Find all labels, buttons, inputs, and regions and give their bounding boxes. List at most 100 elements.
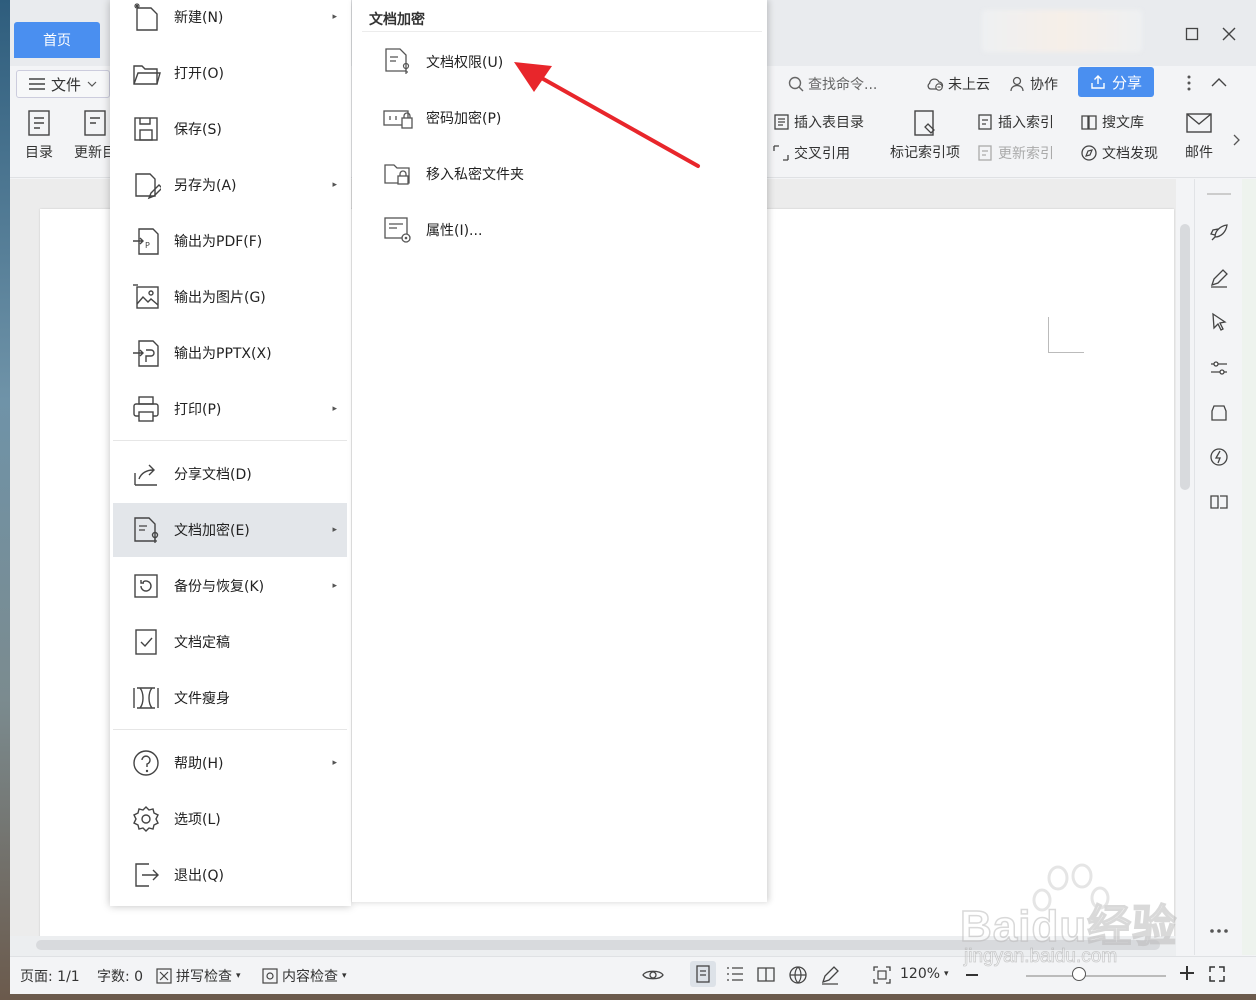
cloud-status-button[interactable]: 未上云 [926,72,990,96]
menu-item-properties[interactable]: 属性(I)... [382,210,482,250]
close-icon [1222,27,1236,41]
file-menu-item-slim[interactable]: 文件瘦身 [113,671,347,725]
file-menu-item-save-as[interactable]: 另存为(A) ▸ [113,158,347,212]
zoom-slider[interactable] [1026,975,1166,977]
file-menu-item-label: 保存(S) [174,122,222,138]
baidu-watermark: Baidu经验 jingyan.baidu.com [959,862,1190,972]
spell-check-icon [156,968,172,984]
new-icon [131,2,161,32]
zoom-out-button[interactable] [966,974,978,976]
maximize-icon [1185,27,1199,41]
page-view-icon [696,965,710,983]
collab-label: 协作 [1030,77,1058,93]
chevron-down-icon: ▾ [236,971,241,981]
toc-button[interactable]: 目录 [24,108,54,162]
menu-divider [113,440,347,441]
mark-index-icon [914,110,935,136]
globe-icon [789,966,807,984]
pen-button[interactable] [1207,266,1231,290]
file-menu-item-new[interactable]: 新建(N) ▸ [113,0,347,44]
watermark-url: jingyan.baidu.com [964,946,1118,968]
update-index-label: 更新索引 [998,146,1054,162]
user-icon [1010,76,1024,92]
file-menu-item-backup[interactable]: 备份与恢复(K) ▸ [113,559,347,613]
select-button[interactable] [1207,310,1231,334]
insert-index-label: 插入索引 [998,115,1054,131]
command-search[interactable]: 查找命令... [788,72,877,96]
file-menu-item-save[interactable]: 保存(S) [113,102,347,156]
insert-index-button[interactable]: 插入索引 [976,112,1054,132]
maximize-button[interactable] [1178,20,1206,48]
collapse-ribbon-button[interactable] [1210,76,1228,88]
folder-open-icon [131,58,161,88]
share-button[interactable]: 分享 [1078,67,1154,97]
right-side-rail [1194,179,1242,955]
mark-index-button[interactable]: 标记索引项 [890,108,960,162]
file-menu-item-share-doc[interactable]: 分享文档(D) [113,447,347,501]
submenu-title: 文档加密 [369,12,425,28]
submenu-arrow-icon: ▸ [332,12,337,22]
rocket-button[interactable] [1207,221,1231,245]
file-menu-item-doc-encrypt[interactable]: 文档加密(E) ▸ [113,503,347,557]
store-button[interactable] [1207,401,1231,425]
close-button[interactable] [1215,20,1243,48]
mail-button[interactable]: 邮件 [1184,108,1214,162]
book-icon [757,967,775,982]
file-menu-item-folder-open[interactable]: 打开(O) [113,46,347,100]
more-menu-button[interactable] [1186,74,1192,92]
insert-table-toc-button[interactable]: 插入表目录 [772,112,864,132]
power-button[interactable] [1207,445,1231,469]
file-menu-item-export-pdf[interactable]: P 输出为PDF(F) [113,214,347,268]
web-view-button[interactable] [788,965,808,985]
export-pptx-icon [131,338,161,368]
file-menu-item-help[interactable]: 帮助(H) ▸ [113,736,347,790]
menu-item-label: 属性(I)... [426,223,483,239]
tab-home[interactable]: 首页 [14,22,100,58]
pen-icon [1210,269,1228,288]
write-mode-button[interactable] [820,965,840,985]
mark-index-label: 标记索引项 [890,145,960,161]
submenu-divider [362,31,762,32]
file-menu-item-exit[interactable]: 退出(Q) [113,848,347,902]
fit-page-button[interactable] [872,965,892,985]
file-menu-item-label: 新建(N) [174,10,224,26]
adjust-button[interactable] [1207,356,1231,380]
eye-icon [642,970,664,980]
collab-button[interactable]: 协作 [1010,72,1058,96]
zoom-value: 120% [900,966,941,982]
more-vertical-icon [1187,75,1191,91]
ribbon-scroll-right[interactable] [1232,134,1240,146]
file-menu-button[interactable]: 文件 [16,70,110,98]
file-menu-item-label: 输出为图片(G) [174,290,266,306]
spell-check-button[interactable]: 拼写检查 ▾ [156,966,241,986]
submenu-arrow-icon: ▸ [332,404,337,414]
update-index-button[interactable]: 更新索引 [976,143,1054,163]
read-view-button[interactable] [756,965,776,983]
menu-item-doc-permission[interactable]: 文档权限(U) [382,42,503,82]
file-menu-item-export-pptx[interactable]: 输出为PPTX(X) [113,326,347,380]
read-button[interactable] [1207,490,1231,514]
slim-icon [131,683,161,713]
mail-label: 邮件 [1185,145,1213,161]
more-horizontal-icon [1210,929,1228,933]
vertical-scroll-thumb[interactable] [1180,224,1190,490]
outline-view-button[interactable] [725,965,745,983]
save-icon [131,114,161,144]
menu-item-password[interactable]: 密码加密(P) [382,98,501,138]
zoom-level[interactable]: 120% ▾ [900,966,949,982]
page-view-button[interactable] [690,961,716,987]
properties-icon [384,217,411,243]
fullscreen-button[interactable] [1208,965,1226,983]
doc-discover-button[interactable]: 文档发现 [1080,143,1158,163]
file-menu-item-export-image[interactable]: 输出为图片(G) [113,270,347,324]
cross-ref-button[interactable]: 交叉引用 [772,143,850,163]
file-menu-item-finalize[interactable]: 文档定稿 [113,615,347,669]
vertical-scrollbar[interactable] [1176,179,1194,955]
share-label: 分享 [1111,73,1142,92]
search-library-button[interactable]: 搜文库 [1080,112,1144,132]
eye-protect-button[interactable] [642,965,664,983]
content-check-button[interactable]: 内容检查 ▾ [262,966,347,986]
file-menu-item-print[interactable]: 打印(P) ▸ [113,382,347,436]
rail-more-button[interactable] [1207,919,1231,943]
file-menu-item-gear[interactable]: 选项(L) [113,792,347,846]
